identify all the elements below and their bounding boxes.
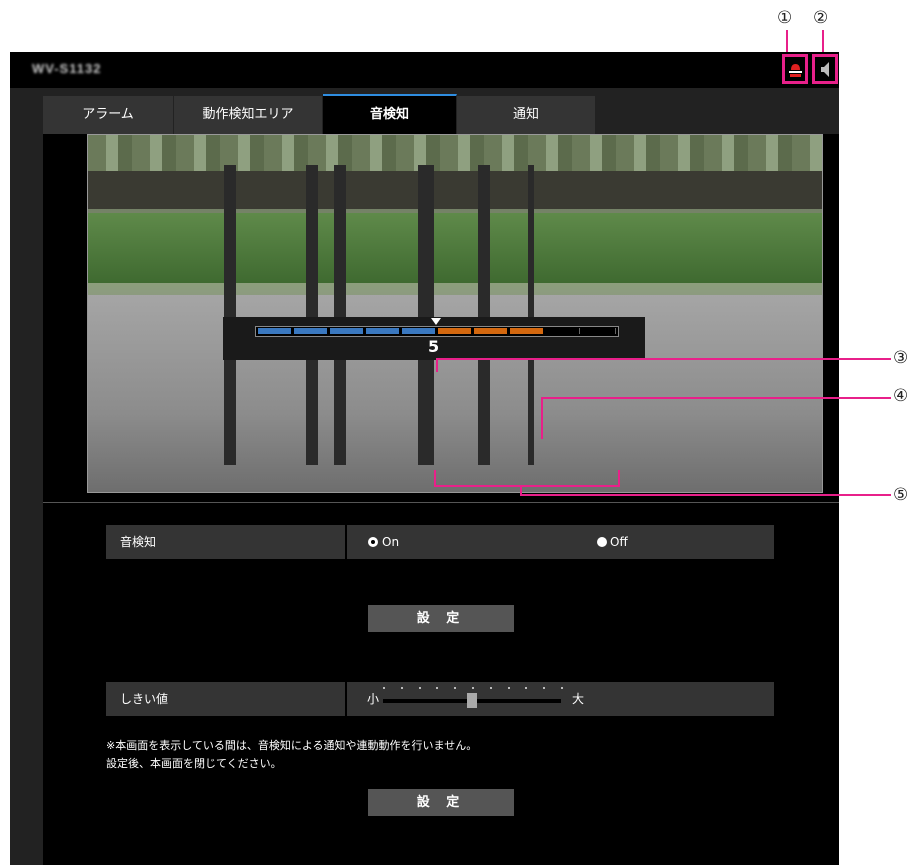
- callout-line-4-v: [541, 397, 543, 439]
- sound-level-meter: 5: [223, 317, 645, 360]
- camera-scene-frame: [88, 171, 822, 209]
- level-bar: [255, 326, 619, 337]
- level-segment-blue: [258, 328, 291, 334]
- callout-4: ④: [893, 386, 909, 406]
- threshold-marker-icon: [431, 318, 441, 325]
- slider-tick: [507, 687, 510, 689]
- callout-line-1: [786, 30, 788, 54]
- callout-1: ①: [777, 8, 793, 28]
- sound-detection-label: 音検知: [106, 525, 345, 559]
- sound-detection-row: 音検知 On Off: [106, 525, 774, 559]
- camera-scene-hedge: [88, 213, 822, 283]
- level-segment-orange: [438, 328, 471, 334]
- callout-line-3-h: [436, 358, 891, 360]
- camera-scene-pillar: [306, 165, 318, 465]
- level-segment-blue: [366, 328, 399, 334]
- level-segment-blue: [330, 328, 363, 334]
- tab-motion-area[interactable]: 動作検知エリア: [174, 96, 323, 134]
- threshold-row: しきい値 小 大: [106, 682, 774, 716]
- top-bar: WV-S1132: [10, 52, 839, 88]
- callout-line-5-h: [520, 494, 891, 496]
- alarm-status-button[interactable]: [782, 54, 808, 84]
- threshold-label: しきい値: [106, 682, 345, 716]
- level-segment-empty: [582, 328, 616, 334]
- slider-tick: [543, 687, 546, 689]
- camera-scene-pillar: [478, 165, 490, 465]
- level-segment-blue: [294, 328, 327, 334]
- level-segment-orange: [474, 328, 507, 334]
- level-segment-blue: [402, 328, 435, 334]
- notice-text-1: ※本画面を表示している間は、音検知による通知や連動動作を行いません。: [106, 739, 478, 752]
- radio-off[interactable]: [597, 537, 607, 547]
- tab-notification[interactable]: 通知: [457, 96, 596, 134]
- sound-detection-options: On Off: [347, 525, 774, 559]
- level-segment-orange: [510, 328, 543, 334]
- callout-line-5-right: [618, 470, 620, 487]
- camera-live-image: 5: [87, 134, 823, 493]
- slider-tick: [418, 687, 421, 689]
- speaker-icon: [821, 62, 829, 77]
- audio-output-button[interactable]: [812, 54, 838, 84]
- slider-tick: [472, 687, 474, 689]
- callout-2: ②: [813, 8, 829, 28]
- camera-scene-pillar: [528, 165, 534, 465]
- slider-tick: [436, 687, 439, 689]
- camera-scene-pillar: [334, 165, 346, 465]
- threshold-value: 5: [428, 337, 440, 356]
- slider-tick: [525, 687, 528, 689]
- callout-line-2: [822, 30, 824, 54]
- set-button-2[interactable]: 設 定: [368, 789, 514, 816]
- radio-off-label: Off: [610, 535, 628, 549]
- callout-line-3-v: [436, 358, 438, 372]
- callout-5: ⑤: [893, 485, 909, 505]
- set-button-1[interactable]: 設 定: [368, 605, 514, 632]
- threshold-max-label: 大: [572, 692, 585, 706]
- callout-line-4-h: [541, 397, 891, 399]
- content-area: 5 音検知 On Off 設 定 しきい値 小 大 ※本画面を表示している間は、…: [43, 134, 839, 865]
- slider-tick: [383, 687, 385, 689]
- radio-on[interactable]: [368, 537, 378, 547]
- callout-3: ③: [893, 348, 909, 368]
- slider-tick: [561, 687, 563, 689]
- main-panel: アラーム 動作検知エリア 音検知 通知 5 音検知 On Off 設 定 しきい…: [10, 88, 839, 865]
- level-segment-empty: [546, 328, 580, 334]
- tab-sound-detection[interactable]: 音検知: [323, 94, 457, 134]
- notice-text-2: 設定後、本画面を閉じてください。: [106, 757, 282, 770]
- camera-scene-pillar: [418, 165, 434, 465]
- camera-scene-ceiling: [88, 135, 822, 171]
- threshold-min-label: 小: [367, 692, 380, 706]
- divider: [43, 502, 839, 503]
- callout-line-5-bottom: [434, 485, 620, 487]
- tab-alarm[interactable]: アラーム: [43, 96, 174, 134]
- slider-tick: [400, 687, 403, 689]
- camera-scene-pillar: [224, 165, 236, 465]
- radio-on-label: On: [382, 535, 400, 549]
- alarm-light-icon: [789, 64, 802, 77]
- slider-tick: [454, 687, 457, 689]
- slider-thumb[interactable]: [467, 693, 477, 708]
- threshold-slider-cell: 小 大: [347, 682, 774, 716]
- model-name: WV-S1132: [32, 61, 102, 76]
- slider-tick: [489, 687, 492, 689]
